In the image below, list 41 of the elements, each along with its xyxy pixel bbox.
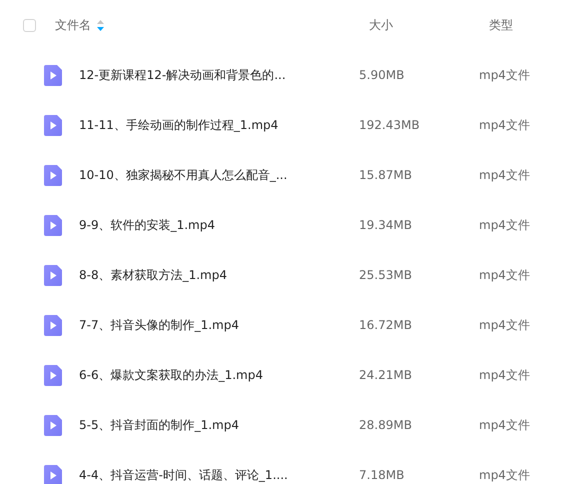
file-name[interactable]: 6-6、爆款文案获取的办法_1.mp4 [79, 366, 359, 384]
file-size: 24.21MB [359, 368, 413, 382]
sort-icon[interactable] [97, 20, 104, 30]
file-type: mp4文件 [479, 466, 530, 484]
file-size: 16.72MB [359, 318, 413, 332]
file-type: mp4文件 [479, 416, 530, 434]
file-type: mp4文件 [479, 316, 530, 334]
file-size: 19.34MB [359, 218, 413, 232]
file-name[interactable]: 10-10、独家揭秘不用真人怎么配音_... [79, 166, 359, 184]
video-file-icon [44, 214, 62, 236]
column-header[interactable]: 大小 [369, 16, 489, 34]
video-file-icon [44, 114, 62, 136]
file-size: 28.89MB [359, 418, 413, 432]
file-name[interactable]: 4-4、抖音运营-时间、话题、评论_1.... [79, 466, 359, 484]
file-type: mp4文件 [479, 266, 530, 284]
file-name[interactable]: 5-5、抖音封面的制作_1.mp4 [79, 416, 359, 434]
file-size: 25.53MB [359, 268, 413, 282]
file-name[interactable]: 9-9、软件的安装_1.mp4 [79, 216, 359, 234]
video-file-icon [44, 314, 62, 336]
file-type: mp4文件 [479, 216, 530, 234]
video-file-icon [44, 64, 62, 86]
video-file-icon [44, 414, 62, 436]
video-file-icon [44, 264, 62, 286]
video-file-icon [44, 464, 62, 484]
video-file-icon [44, 164, 62, 186]
select-all-checkbox[interactable] [23, 18, 36, 32]
file-name[interactable]: 8-8、素材获取方法_1.mp4 [79, 266, 359, 284]
file-size: 5.90MB [359, 68, 406, 82]
file-type: mp4文件 [479, 66, 530, 84]
file-name[interactable]: 12-更新课程12-解决动画和背景色的... [79, 66, 359, 84]
file-name[interactable]: 11-11、手绘动画的制作过程_1.mp4 [79, 116, 359, 134]
file-type: mp4文件 [479, 366, 530, 384]
column-header[interactable]: 文件名 [55, 16, 91, 34]
file-type: mp4文件 [479, 166, 530, 184]
file-type: mp4文件 [479, 116, 530, 134]
file-size: 15.87MB [359, 168, 413, 182]
file-size: 7.18MB [359, 468, 406, 482]
file-name[interactable]: 7-7、抖音头像的制作_1.mp4 [79, 316, 359, 334]
file-size: 192.43MB [359, 118, 421, 132]
column-header[interactable]: 类型 [489, 16, 513, 34]
video-file-icon [44, 364, 62, 386]
